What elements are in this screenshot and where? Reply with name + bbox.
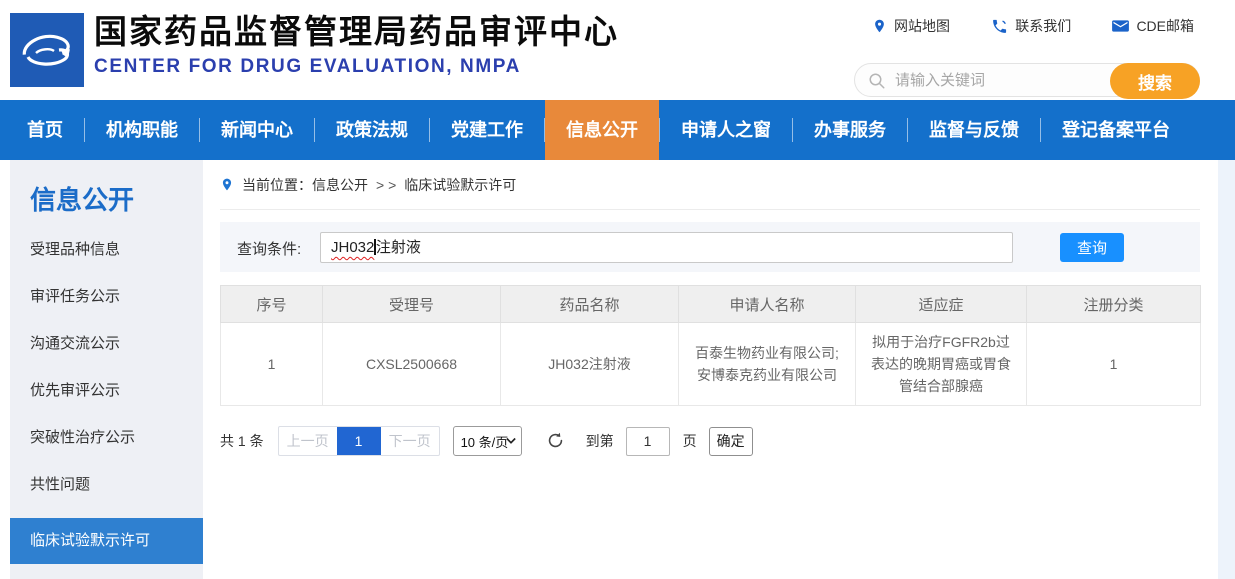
contact-link[interactable]: 联系我们 — [991, 16, 1071, 36]
header-right: 网站地图 联系我们 CDE邮箱 搜索 — [854, 14, 1200, 97]
sitemap-link[interactable]: 网站地图 — [872, 16, 950, 36]
sidebar-item-accepted-varieties[interactable]: 受理品种信息 — [10, 226, 203, 273]
breadcrumb: 当前位置： 信息公开 > > 临床试验默示许可 — [220, 160, 1200, 210]
column-header-acceptance-no: 受理号 — [323, 286, 501, 323]
table-row: 1 CXSL2500668 JH032注射液 百泰生物药业有限公司; 安博泰克药… — [221, 323, 1201, 406]
breadcrumb-separator: > > — [376, 177, 396, 193]
nav-item-home[interactable]: 首页 — [6, 100, 84, 160]
quick-links: 网站地图 联系我们 CDE邮箱 — [854, 14, 1200, 38]
cell-seq: 1 — [221, 323, 323, 406]
cde-logo — [10, 13, 84, 87]
column-header-seq: 序号 — [221, 286, 323, 323]
cell-drug-name: JH032注射液 — [501, 323, 679, 406]
page-unit-label: 页 — [683, 431, 697, 451]
query-panel: 查询条件: JH032注射液 查询 — [220, 222, 1200, 272]
sidebar-list: 受理品种信息 审评任务公示 沟通交流公示 优先审评公示 突破性治疗公示 共性问题… — [10, 226, 203, 564]
sidebar-title: 信息公开 — [10, 182, 203, 218]
nav-item-info-disclosure[interactable]: 信息公开 — [545, 100, 659, 160]
site-title-cn: 国家药品监督管理局药品审评中心 — [94, 12, 619, 52]
query-condition-label: 查询条件: — [237, 238, 301, 259]
query-value-rest: 注射液 — [376, 239, 421, 256]
phone-icon — [991, 18, 1008, 35]
table-header-row: 序号 受理号 药品名称 申请人名称 适应症 注册分类 — [221, 286, 1201, 323]
sidebar-item-clinical-trial-implied-license[interactable]: 临床试验默示许可 — [10, 518, 203, 564]
cell-indication: 拟用于治疗FGFR2b过表达的晚期胃癌或胃食管结合部腺癌 — [856, 323, 1027, 406]
nav-item-functions[interactable]: 机构职能 — [85, 100, 199, 160]
sidebar-item-priority-review[interactable]: 优先审评公示 — [10, 367, 203, 414]
location-pin-icon — [872, 17, 887, 35]
site-search-button[interactable]: 搜索 — [1110, 63, 1200, 99]
cell-registration-class: 1 — [1027, 323, 1201, 406]
sidebar-item-breakthrough-therapy[interactable]: 突破性治疗公示 — [10, 414, 203, 461]
sidebar: 信息公开 受理品种信息 审评任务公示 沟通交流公示 优先审评公示 突破性治疗公示… — [10, 160, 203, 579]
sidebar-item-common-issues[interactable]: 共性问题 — [10, 461, 203, 508]
prev-page-button[interactable]: 上一页 — [279, 427, 337, 455]
total-count-text: 共 1 条 — [220, 431, 264, 451]
location-pin-icon — [220, 176, 234, 193]
cde-mail-link[interactable]: CDE邮箱 — [1112, 16, 1194, 36]
site-search-bar: 搜索 — [854, 63, 1200, 97]
nav-item-applicant-window[interactable]: 申请人之窗 — [660, 100, 792, 160]
search-icon — [868, 72, 886, 90]
page-size-value: 10 条/页 — [461, 432, 509, 451]
nav-item-registration-platform[interactable]: 登记备案平台 — [1041, 100, 1191, 160]
sidebar-item-review-tasks[interactable]: 审评任务公示 — [10, 273, 203, 320]
nav-item-news[interactable]: 新闻中心 — [200, 100, 314, 160]
cell-applicant: 百泰生物药业有限公司; 安博泰克药业有限公司 — [679, 323, 856, 406]
query-value-misspelled: JH032 — [331, 239, 374, 256]
breadcrumb-label: 当前位置： — [242, 175, 312, 195]
column-header-indication: 适应症 — [856, 286, 1027, 323]
nav-item-services[interactable]: 办事服务 — [793, 100, 907, 160]
main-content: 当前位置： 信息公开 > > 临床试验默示许可 查询条件: JH032注射液 查… — [220, 160, 1200, 456]
mail-icon — [1112, 19, 1129, 33]
breadcrumb-current-page: 临床试验默示许可 — [404, 175, 516, 195]
current-page-button[interactable]: 1 — [337, 427, 381, 455]
nav-item-supervision[interactable]: 监督与反馈 — [908, 100, 1040, 160]
refresh-icon — [546, 431, 565, 450]
breadcrumb-info-disclosure[interactable]: 信息公开 — [312, 175, 368, 195]
confirm-button[interactable]: 确定 — [709, 427, 753, 456]
right-margin-strip — [1218, 160, 1235, 579]
cde-mail-label: CDE邮箱 — [1136, 16, 1194, 36]
contact-label: 联系我们 — [1015, 16, 1071, 36]
results-table: 序号 受理号 药品名称 申请人名称 适应症 注册分类 1 CXSL2500668… — [220, 285, 1201, 406]
page-size-select[interactable]: 10 条/页 — [453, 426, 522, 456]
sidebar-item-communication[interactable]: 沟通交流公示 — [10, 320, 203, 367]
site-title-en: CENTER FOR DRUG EVALUATION, NMPA — [94, 52, 619, 82]
sitemap-label: 网站地图 — [894, 16, 950, 36]
pager-group: 上一页 1 下一页 — [278, 426, 440, 456]
goto-page-label: 到第 — [586, 431, 614, 451]
cell-acceptance-no: CXSL2500668 — [323, 323, 501, 406]
site-search-input[interactable] — [895, 65, 1095, 95]
column-header-drug-name: 药品名称 — [501, 286, 679, 323]
nav-item-party[interactable]: 党建工作 — [430, 100, 544, 160]
brand-block: 国家药品监督管理局药品审评中心 CENTER FOR DRUG EVALUATI… — [94, 12, 619, 82]
chevron-down-icon — [506, 437, 516, 445]
refresh-button[interactable] — [546, 431, 566, 451]
page-body: 信息公开 受理品种信息 审评任务公示 沟通交流公示 优先审评公示 突破性治疗公示… — [0, 160, 1235, 579]
pagination-bar: 共 1 条 上一页 1 下一页 10 条/页 到第 页 确定 — [220, 426, 1200, 456]
column-header-applicant: 申请人名称 — [679, 286, 856, 323]
goto-page-input[interactable] — [626, 427, 670, 456]
column-header-registration-class: 注册分类 — [1027, 286, 1201, 323]
next-page-button[interactable]: 下一页 — [381, 427, 439, 455]
query-input[interactable]: JH032注射液 — [320, 232, 1013, 263]
main-nav: 首页 机构职能 新闻中心 政策法规 党建工作 信息公开 申请人之窗 办事服务 监… — [0, 100, 1235, 160]
query-button[interactable]: 查询 — [1060, 233, 1124, 262]
nav-item-policy[interactable]: 政策法规 — [315, 100, 429, 160]
site-header: 国家药品监督管理局药品审评中心 CENTER FOR DRUG EVALUATI… — [0, 0, 1235, 100]
